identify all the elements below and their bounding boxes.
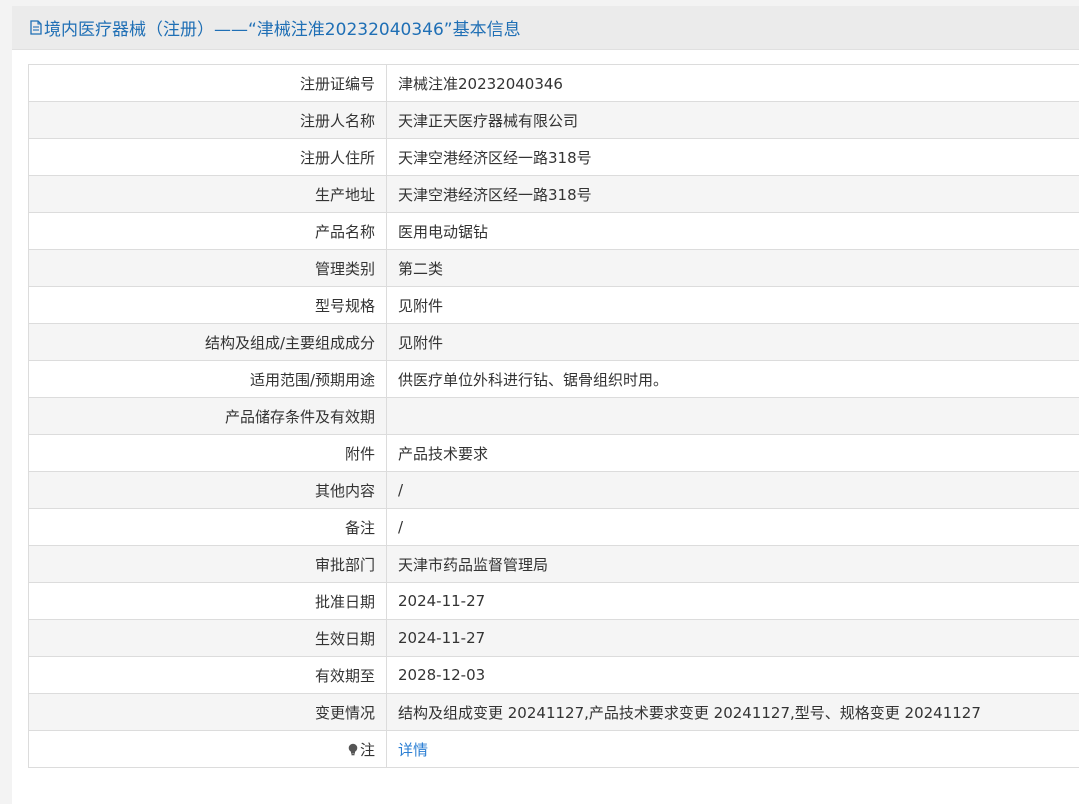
row-label: 生产地址 — [28, 175, 387, 213]
details-link[interactable]: 详情 — [398, 741, 428, 759]
note-label-cell: 注 — [28, 730, 387, 768]
note-value-cell: 详情 — [386, 730, 1079, 768]
note-row: 注 详情 — [28, 730, 1079, 768]
table-row: 注册人名称 天津正天医疗器械有限公司 — [28, 101, 1079, 139]
row-value: 天津正天医疗器械有限公司 — [386, 101, 1079, 139]
table-row: 注册证编号 津械注准20232040346 — [28, 64, 1079, 102]
row-label: 审批部门 — [28, 545, 387, 583]
row-value: 见附件 — [386, 286, 1079, 324]
row-label: 适用范围/预期用途 — [28, 360, 387, 398]
table-row: 产品名称 医用电动锯钻 — [28, 212, 1079, 250]
table-row: 生产地址 天津空港经济区经一路318号 — [28, 175, 1079, 213]
row-value: 结构及组成变更 20241127,产品技术要求变更 20241127,型号、规格… — [386, 693, 1079, 731]
row-value: 见附件 — [386, 323, 1079, 361]
table-row: 审批部门 天津市药品监督管理局 — [28, 545, 1079, 583]
row-label: 有效期至 — [28, 656, 387, 694]
table-row: 其他内容 / — [28, 471, 1079, 509]
table-row: 产品储存条件及有效期 — [28, 397, 1079, 435]
table-row: 有效期至 2028-12-03 — [28, 656, 1079, 694]
row-value: / — [386, 471, 1079, 509]
row-value: 2024-11-27 — [386, 619, 1079, 657]
table-row: 结构及组成/主要组成成分 见附件 — [28, 323, 1079, 361]
table-row: 附件 产品技术要求 — [28, 434, 1079, 472]
table-row: 备注 / — [28, 508, 1079, 546]
page-title: 境内医疗器械（注册）——“津械注准20232040346”基本信息 — [44, 20, 521, 40]
row-label: 备注 — [28, 508, 387, 546]
document-icon — [30, 20, 42, 35]
row-label: 生效日期 — [28, 619, 387, 657]
row-label: 注册证编号 — [28, 64, 387, 102]
row-value: 供医疗单位外科进行钻、锯骨组织时用。 — [386, 360, 1079, 398]
row-label: 变更情况 — [28, 693, 387, 731]
row-label: 结构及组成/主要组成成分 — [28, 323, 387, 361]
row-label: 附件 — [28, 434, 387, 472]
table-row: 管理类别 第二类 — [28, 249, 1079, 287]
row-value: 天津市药品监督管理局 — [386, 545, 1079, 583]
row-label: 管理类别 — [28, 249, 387, 287]
row-value: 2024-11-27 — [386, 582, 1079, 620]
row-label: 批准日期 — [28, 582, 387, 620]
panel-body: 注册证编号 津械注准20232040346 注册人名称 天津正天医疗器械有限公司… — [12, 50, 1079, 768]
table-row: 批准日期 2024-11-27 — [28, 582, 1079, 620]
page: 境内医疗器械（注册）——“津械注准20232040346”基本信息 注册证编号 … — [0, 0, 1079, 804]
row-value: 津械注准20232040346 — [386, 64, 1079, 102]
row-value: 2028-12-03 — [386, 656, 1079, 694]
row-label: 注册人住所 — [28, 138, 387, 176]
info-table: 注册证编号 津械注准20232040346 注册人名称 天津正天医疗器械有限公司… — [28, 64, 1079, 768]
row-label: 产品储存条件及有效期 — [28, 397, 387, 435]
row-label: 产品名称 — [28, 212, 387, 250]
row-value: 天津空港经济区经一路318号 — [386, 175, 1079, 213]
table-row: 注册人住所 天津空港经济区经一路318号 — [28, 138, 1079, 176]
table-row: 变更情况 结构及组成变更 20241127,产品技术要求变更 20241127,… — [28, 693, 1079, 731]
table-row: 适用范围/预期用途 供医疗单位外科进行钻、锯骨组织时用。 — [28, 360, 1079, 398]
table-row: 型号规格 见附件 — [28, 286, 1079, 324]
lightbulb-icon — [347, 742, 359, 755]
row-value — [386, 397, 1079, 435]
panel-header: 境内医疗器械（注册）——“津械注准20232040346”基本信息 — [12, 6, 1079, 50]
info-panel: 境内医疗器械（注册）——“津械注准20232040346”基本信息 注册证编号 … — [12, 6, 1079, 804]
row-label: 型号规格 — [28, 286, 387, 324]
row-value: 产品技术要求 — [386, 434, 1079, 472]
table-row: 生效日期 2024-11-27 — [28, 619, 1079, 657]
note-label: 注 — [359, 740, 375, 759]
row-value: 天津空港经济区经一路318号 — [386, 138, 1079, 176]
row-value: / — [386, 508, 1079, 546]
row-value: 医用电动锯钻 — [386, 212, 1079, 250]
row-value: 第二类 — [386, 249, 1079, 287]
row-label: 其他内容 — [28, 471, 387, 509]
row-label: 注册人名称 — [28, 101, 387, 139]
